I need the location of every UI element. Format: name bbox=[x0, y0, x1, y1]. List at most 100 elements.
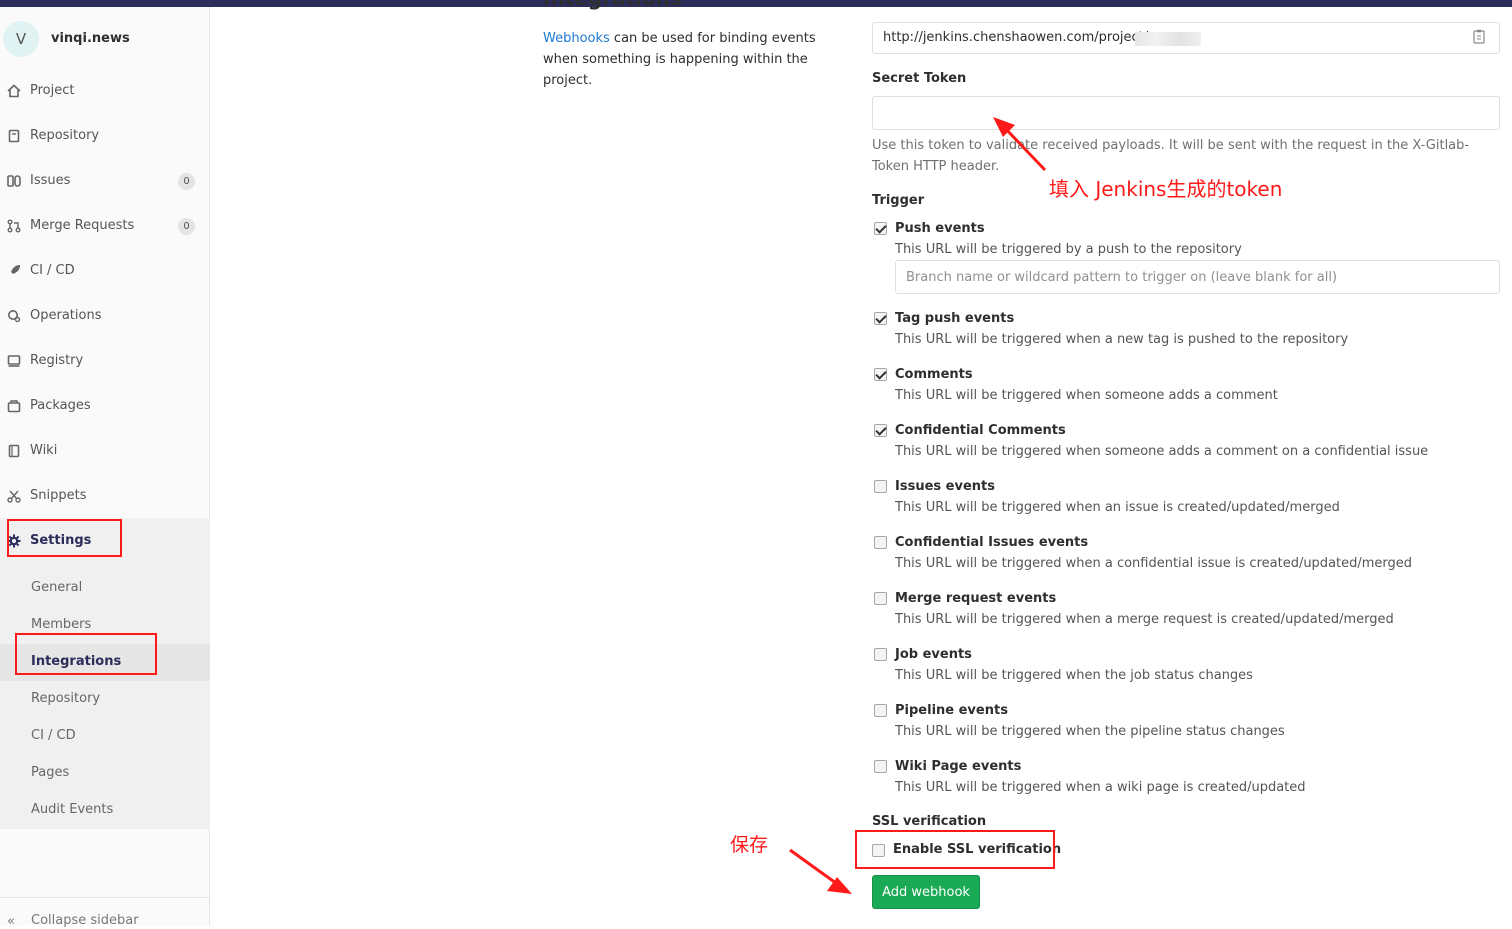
pipeline-events-desc: This URL will be triggered when the pipe… bbox=[895, 724, 1285, 739]
page-description: Webhooks can be used for binding events … bbox=[543, 28, 848, 91]
issues-events-desc: This URL will be triggered when an issue… bbox=[895, 500, 1340, 515]
push-events-title: Push events bbox=[895, 221, 985, 236]
url-input-value: http://jenkins.chenshaowen.com/project/ bbox=[883, 30, 1149, 45]
sub-item-label: Audit Events bbox=[31, 802, 114, 817]
sidebar-item-label: Issues bbox=[30, 173, 71, 188]
tag-push-events-checkbox[interactable] bbox=[874, 312, 887, 325]
tag-push-events-desc: This URL will be triggered when a new ta… bbox=[895, 332, 1349, 347]
sidebar-item-label: Wiki bbox=[30, 443, 58, 458]
sidebar-item-wiki[interactable]: Wiki bbox=[0, 439, 210, 463]
redacted-region bbox=[1135, 32, 1201, 46]
secret-token-help: Use this token to validate received payl… bbox=[872, 138, 1470, 174]
confidential-comments-checkbox[interactable] bbox=[874, 424, 887, 437]
sub-item-label: Repository bbox=[31, 691, 101, 706]
settings-sub-pages[interactable]: Pages bbox=[0, 755, 210, 792]
package-icon bbox=[7, 399, 21, 413]
merge-request-events-desc: This URL will be triggered when a merge … bbox=[895, 612, 1394, 627]
highlight-box-integrations bbox=[15, 633, 157, 675]
sidebar-item-repository[interactable]: Repository bbox=[0, 124, 210, 148]
clipboard-icon[interactable] bbox=[1473, 29, 1485, 44]
sidebar-item-label: Operations bbox=[30, 308, 102, 323]
sidebar-item-label: Project bbox=[30, 83, 75, 98]
ssl-verification-label: SSL verification bbox=[872, 814, 987, 829]
merge-requests-count-badge: 0 bbox=[178, 218, 195, 235]
settings-sub-ci-cd[interactable]: CI / CD bbox=[0, 718, 210, 755]
scissors-icon bbox=[7, 489, 21, 503]
pipeline-events-title: Pipeline events bbox=[895, 703, 1008, 718]
top-navbar bbox=[0, 0, 1512, 7]
project-header[interactable]: V vinqi.news bbox=[0, 21, 210, 57]
home-icon bbox=[7, 84, 21, 98]
issues-icon bbox=[7, 174, 21, 188]
sidebar-item-label: CI / CD bbox=[30, 263, 75, 278]
wiki-page-events-desc: This URL will be triggered when a wiki p… bbox=[895, 780, 1306, 795]
secret-token-input[interactable] bbox=[872, 96, 1500, 130]
push-events-checkbox[interactable] bbox=[874, 222, 887, 235]
settings-sub-repository[interactable]: Repository bbox=[0, 681, 210, 718]
sidebar-item-label: Packages bbox=[30, 398, 91, 413]
comments-desc: This URL will be triggered when someone … bbox=[895, 388, 1278, 403]
confidential-comments-title: Confidential Comments bbox=[895, 423, 1066, 438]
settings-sub-audit-events[interactable]: Audit Events bbox=[0, 792, 210, 829]
comments-checkbox[interactable] bbox=[874, 368, 887, 381]
sidebar-item-ci-cd[interactable]: CI / CD bbox=[0, 259, 210, 283]
wiki-page-events-checkbox[interactable] bbox=[874, 760, 887, 773]
sidebar-item-packages[interactable]: Packages bbox=[0, 394, 210, 418]
save-arrow bbox=[789, 848, 852, 894]
merge-request-events-title: Merge request events bbox=[895, 591, 1057, 606]
job-events-checkbox[interactable] bbox=[874, 648, 887, 661]
highlight-box-ssl bbox=[855, 830, 1055, 869]
sub-item-label: Pages bbox=[31, 765, 70, 780]
collapse-sidebar-button[interactable]: « Collapse sidebar bbox=[0, 897, 210, 929]
confidential-comments-desc: This URL will be triggered when someone … bbox=[895, 444, 1429, 459]
issues-events-checkbox[interactable] bbox=[874, 480, 887, 493]
trigger-label: Trigger bbox=[872, 193, 925, 208]
double-chevron-left-icon: « bbox=[7, 914, 15, 929]
job-events-title: Job events bbox=[895, 647, 972, 662]
annotation-token-note: 填入 Jenkins生成的token bbox=[1049, 177, 1283, 201]
container-icon bbox=[7, 354, 21, 368]
sidebar-item-label: Repository bbox=[30, 128, 100, 143]
issues-events-title: Issues events bbox=[895, 479, 995, 494]
page-title: Integrations bbox=[543, 0, 682, 10]
sidebar: V vinqi.news Project Repository Issues 0… bbox=[0, 7, 210, 929]
secret-token-label: Secret Token bbox=[872, 71, 967, 86]
highlight-box-settings bbox=[7, 519, 122, 557]
issues-count-badge: 0 bbox=[178, 173, 195, 190]
project-name: vinqi.news bbox=[51, 31, 130, 46]
sidebar-item-registry[interactable]: Registry bbox=[0, 349, 210, 373]
confidential-issues-events-desc: This URL will be triggered when a confid… bbox=[895, 556, 1413, 571]
pipeline-events-checkbox[interactable] bbox=[874, 704, 887, 717]
project-avatar: V bbox=[3, 21, 39, 57]
rocket-icon bbox=[7, 264, 21, 278]
sidebar-item-label: Snippets bbox=[30, 488, 87, 503]
sub-item-label: General bbox=[31, 580, 83, 595]
sidebar-item-label: Registry bbox=[30, 353, 84, 368]
wiki-book-icon bbox=[7, 444, 21, 458]
sidebar-item-project[interactable]: Project bbox=[0, 79, 210, 103]
cloud-gear-icon bbox=[7, 309, 21, 323]
settings-sub-general[interactable]: General bbox=[0, 570, 210, 607]
sidebar-item-operations[interactable]: Operations bbox=[0, 304, 210, 328]
book-icon bbox=[7, 129, 21, 143]
annotation-save-note: 保存 bbox=[730, 834, 769, 856]
confidential-issues-events-title: Confidential Issues events bbox=[895, 535, 1089, 550]
tag-push-events-title: Tag push events bbox=[895, 311, 1015, 326]
add-webhook-button[interactable]: Add webhook bbox=[872, 875, 980, 909]
wiki-page-events-title: Wiki Page events bbox=[895, 759, 1022, 774]
sub-item-label: CI / CD bbox=[31, 728, 76, 743]
sidebar-item-snippets[interactable]: Snippets bbox=[0, 484, 210, 508]
confidential-issues-events-checkbox[interactable] bbox=[874, 536, 887, 549]
job-events-desc: This URL will be triggered when the job … bbox=[895, 668, 1253, 683]
merge-request-icon bbox=[7, 219, 21, 233]
collapse-sidebar-label: Collapse sidebar bbox=[31, 913, 139, 928]
comments-title: Comments bbox=[895, 367, 973, 382]
sub-item-label: Members bbox=[31, 617, 92, 632]
sidebar-item-issues[interactable]: Issues 0 bbox=[0, 169, 210, 193]
sidebar-item-label: Merge Requests bbox=[30, 218, 135, 233]
webhooks-link[interactable]: Webhooks bbox=[543, 31, 610, 46]
push-events-desc: This URL will be triggered by a push to … bbox=[895, 242, 1242, 257]
sidebar-item-merge-requests[interactable]: Merge Requests 0 bbox=[0, 214, 210, 238]
branch-filter-input[interactable] bbox=[895, 260, 1500, 294]
merge-request-events-checkbox[interactable] bbox=[874, 592, 887, 605]
